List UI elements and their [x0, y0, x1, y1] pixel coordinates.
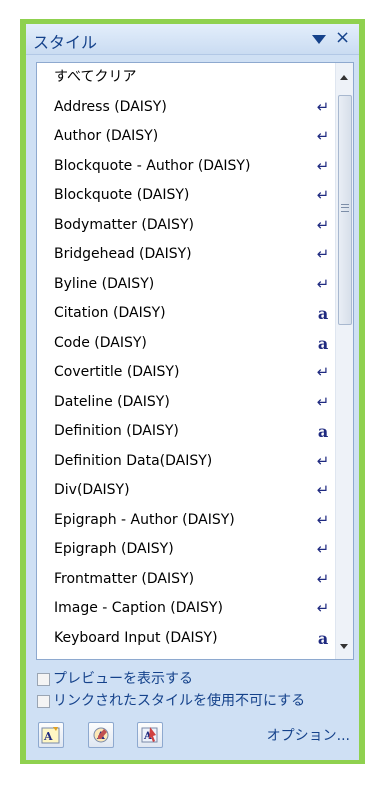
style-list-item[interactable]: Citation (DAISY) a	[37, 299, 336, 329]
paragraph-style-icon: ↵	[316, 127, 330, 145]
style-list-item[interactable]: Bodymatter (DAISY) ↵	[37, 211, 336, 241]
style-name: Bodymatter (DAISY)	[54, 216, 194, 233]
style-name: Epigraph (DAISY)	[54, 541, 174, 557]
style-list-item[interactable]: Code (DAISY) a	[37, 329, 336, 359]
dropdown-icon[interactable]	[312, 35, 326, 44]
style-inspector-button[interactable]: A	[88, 722, 114, 748]
paragraph-style-icon: ↵	[316, 510, 330, 529]
character-style-icon: a	[317, 333, 329, 353]
pane-titlebar: スタイル ×	[26, 24, 359, 55]
style-list-item[interactable]: Epigraph - Author (DAISY) ↵	[37, 506, 336, 536]
style-list-item[interactable]: Definition (DAISY) a	[37, 417, 336, 447]
style-inspector-icon: A	[93, 727, 109, 743]
disable-linked-option[interactable]: リンクされたスタイルを使用不可にする	[36, 690, 356, 712]
options-link[interactable]: オプション...	[267, 725, 350, 745]
style-list-item[interactable]: Blockquote - Author (DAISY) ↵	[37, 152, 336, 182]
paragraph-style-icon: ↵	[316, 215, 330, 234]
style-list-item[interactable]: Image - Caption (DAISY) ↵	[37, 594, 336, 624]
style-name: Code (DAISY)	[54, 334, 147, 351]
style-name: Frontmatter (DAISY)	[54, 570, 195, 587]
scroll-up-icon[interactable]	[340, 75, 348, 80]
style-list-item[interactable]: Div(DAISY) ↵	[37, 476, 336, 506]
disable-linked-label: リンクされたスタイルを使用不可にする	[53, 693, 306, 709]
style-name: Byline (DAISY)	[54, 275, 155, 292]
pane-title: スタイル	[33, 33, 98, 52]
style-name: Blockquote - Author (DAISY)	[54, 157, 251, 174]
style-list-item[interactable]: Address (DAISY) ↵	[37, 93, 336, 123]
pane-toolbar: A A A オプション...	[36, 720, 356, 752]
paragraph-style-icon: ↵	[316, 481, 330, 499]
style-name: Div(DAISY)	[54, 482, 130, 498]
close-icon[interactable]: ×	[335, 27, 350, 49]
style-name: Citation (DAISY)	[54, 305, 166, 321]
style-name: Keyboard Input (DAISY)	[54, 629, 218, 646]
style-list-item[interactable]: すべてクリア	[37, 63, 336, 93]
styles-pane: スタイル × すべてクリア Address (DAISY) ↵ Author (DAI…	[26, 24, 359, 760]
style-name: Definition Data(DAISY)	[54, 452, 213, 469]
style-list-item[interactable]: Author (DAISY) ↵	[37, 122, 336, 152]
paragraph-style-icon: ↵	[316, 569, 330, 588]
paragraph-style-icon: ↵	[316, 156, 330, 175]
paragraph-style-icon: ↵	[316, 392, 330, 411]
style-name: Epigraph - Author (DAISY)	[54, 511, 235, 528]
style-list-item[interactable]: Blockquote (DAISY) ↵	[37, 181, 336, 211]
paragraph-style-icon: ↵	[316, 451, 330, 470]
style-list-item[interactable]: Keyboard Input (DAISY) a	[37, 624, 336, 654]
paragraph-style-icon: ↵	[316, 97, 330, 116]
paragraph-style-icon: ↵	[316, 245, 330, 263]
style-name: Covertitle (DAISY)	[54, 364, 180, 380]
paragraph-style-icon: ↵	[316, 599, 330, 617]
style-list-item[interactable]: Definition Data(DAISY) ↵	[37, 447, 336, 477]
show-preview-checkbox[interactable]	[37, 673, 50, 686]
style-name: Author (DAISY)	[54, 128, 159, 144]
vertical-scrollbar[interactable]	[335, 63, 353, 659]
style-name: Blockquote (DAISY)	[54, 187, 190, 203]
new-style-button[interactable]: A	[38, 722, 64, 748]
manage-styles-button[interactable]: A	[137, 722, 163, 748]
style-name: Bridgehead (DAISY)	[54, 246, 192, 262]
paragraph-style-icon: ↵	[316, 363, 330, 381]
style-name: すべてクリア	[54, 69, 137, 85]
style-list[interactable]: すべてクリア Address (DAISY) ↵ Author (DAISY) ↵ Blo…	[36, 62, 354, 660]
show-preview-option[interactable]: プレビューを表示する	[36, 668, 356, 690]
new-style-icon: A	[41, 727, 60, 744]
style-list-item[interactable]: Dateline (DAISY) ↵	[37, 388, 336, 418]
character-style-icon: a	[317, 628, 329, 648]
style-name: Image - Caption (DAISY)	[54, 600, 223, 616]
style-name: Address (DAISY)	[54, 98, 167, 115]
style-list-item[interactable]: Frontmatter (DAISY) ↵	[37, 565, 336, 595]
style-name: Definition (DAISY)	[54, 423, 179, 439]
scroll-thumb[interactable]	[338, 95, 352, 325]
scroll-down-icon[interactable]	[340, 644, 348, 649]
style-list-item[interactable]: Byline (DAISY) ↵	[37, 270, 336, 300]
grip-icon	[341, 204, 349, 212]
style-list-item[interactable]: Bridgehead (DAISY) ↵	[37, 240, 336, 270]
show-preview-label: プレビューを表示する	[53, 671, 193, 687]
paragraph-style-icon: ↵	[316, 540, 330, 558]
svg-text:A: A	[43, 730, 53, 743]
style-list-item[interactable]: Epigraph (DAISY) ↵	[37, 535, 336, 565]
manage-styles-icon: A	[141, 727, 158, 743]
paragraph-style-icon: ↵	[316, 274, 330, 293]
style-list-item[interactable]: Covertitle (DAISY) ↵	[37, 358, 336, 388]
disable-linked-checkbox[interactable]	[37, 695, 50, 708]
paragraph-style-icon: ↵	[316, 186, 330, 204]
character-style-icon: a	[317, 422, 329, 441]
options-area: プレビューを表示する リンクされたスタイルを使用不可にする	[36, 668, 356, 712]
style-name: Dateline (DAISY)	[54, 393, 170, 410]
character-style-icon: a	[317, 304, 329, 323]
style-list-items: すべてクリア Address (DAISY) ↵ Author (DAISY) ↵ Blo…	[37, 63, 336, 653]
